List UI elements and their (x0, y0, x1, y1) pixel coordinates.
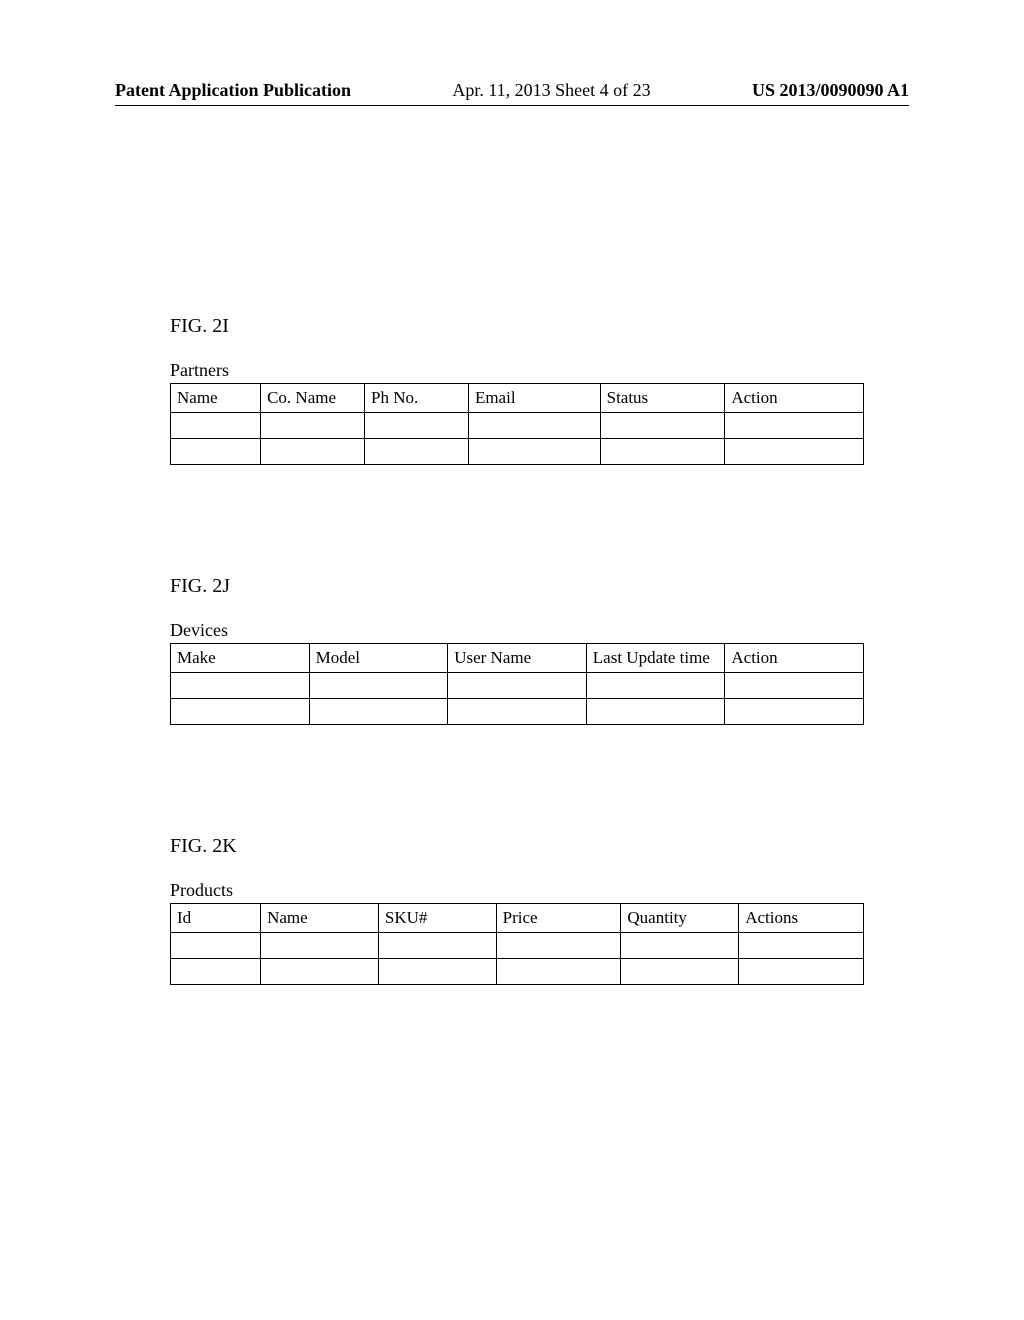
figure-label: FIG. 2K (170, 835, 864, 858)
cell (171, 699, 310, 725)
figure-2i: FIG. 2I Partners Name Co. Name Ph No. Em… (170, 315, 864, 465)
cell (171, 933, 261, 959)
cell (261, 959, 379, 985)
cell (600, 413, 725, 439)
cell (378, 933, 496, 959)
partners-table: Name Co. Name Ph No. Email Status Action (170, 383, 864, 465)
col-email: Email (468, 384, 600, 413)
table-header-row: Name Co. Name Ph No. Email Status Action (171, 384, 864, 413)
cell (261, 933, 379, 959)
col-price: Price (496, 904, 621, 933)
col-name: Name (261, 904, 379, 933)
col-sku: SKU# (378, 904, 496, 933)
table-row (171, 673, 864, 699)
col-status: Status (600, 384, 725, 413)
cell (586, 699, 725, 725)
cell (725, 413, 864, 439)
cell (261, 439, 365, 465)
table-title-products: Products (170, 880, 864, 901)
devices-table: Make Model User Name Last Update time Ac… (170, 643, 864, 725)
col-make: Make (171, 644, 310, 673)
col-action: Action (725, 384, 864, 413)
table-row (171, 439, 864, 465)
cell (725, 439, 864, 465)
cell (171, 439, 261, 465)
cell (496, 933, 621, 959)
table-title-partners: Partners (170, 360, 864, 381)
cell (171, 413, 261, 439)
col-name: Name (171, 384, 261, 413)
figure-2j: FIG. 2J Devices Make Model User Name Las… (170, 575, 864, 725)
cell (496, 959, 621, 985)
publication-label: Patent Application Publication (115, 80, 351, 101)
col-id: Id (171, 904, 261, 933)
table-row (171, 413, 864, 439)
cell (725, 673, 864, 699)
date-sheet: Apr. 11, 2013 Sheet 4 of 23 (452, 80, 650, 101)
col-model: Model (309, 644, 448, 673)
table-row (171, 933, 864, 959)
table-row (171, 959, 864, 985)
page-content: FIG. 2I Partners Name Co. Name Ph No. Em… (170, 315, 864, 1095)
products-table: Id Name SKU# Price Quantity Actions (170, 903, 864, 985)
table-title-devices: Devices (170, 620, 864, 641)
col-co-name: Co. Name (261, 384, 365, 413)
col-actions: Actions (739, 904, 864, 933)
col-last-update: Last Update time (586, 644, 725, 673)
page-header: Patent Application Publication Apr. 11, … (115, 80, 909, 106)
cell (261, 413, 365, 439)
cell (621, 959, 739, 985)
cell (739, 933, 864, 959)
col-ph-no: Ph No. (365, 384, 469, 413)
figure-2k: FIG. 2K Products Id Name SKU# Price Quan… (170, 835, 864, 985)
table-row (171, 699, 864, 725)
cell (365, 413, 469, 439)
cell (448, 673, 587, 699)
cell (309, 699, 448, 725)
cell (468, 439, 600, 465)
figure-label: FIG. 2I (170, 315, 864, 338)
patent-number: US 2013/0090090 A1 (752, 80, 909, 101)
col-quantity: Quantity (621, 904, 739, 933)
cell (739, 959, 864, 985)
cell (586, 673, 725, 699)
cell (171, 673, 310, 699)
cell (171, 959, 261, 985)
table-header-row: Make Model User Name Last Update time Ac… (171, 644, 864, 673)
col-user-name: User Name (448, 644, 587, 673)
cell (378, 959, 496, 985)
cell (365, 439, 469, 465)
cell (725, 699, 864, 725)
cell (600, 439, 725, 465)
cell (468, 413, 600, 439)
figure-label: FIG. 2J (170, 575, 864, 598)
cell (448, 699, 587, 725)
col-action: Action (725, 644, 864, 673)
cell (621, 933, 739, 959)
cell (309, 673, 448, 699)
table-header-row: Id Name SKU# Price Quantity Actions (171, 904, 864, 933)
